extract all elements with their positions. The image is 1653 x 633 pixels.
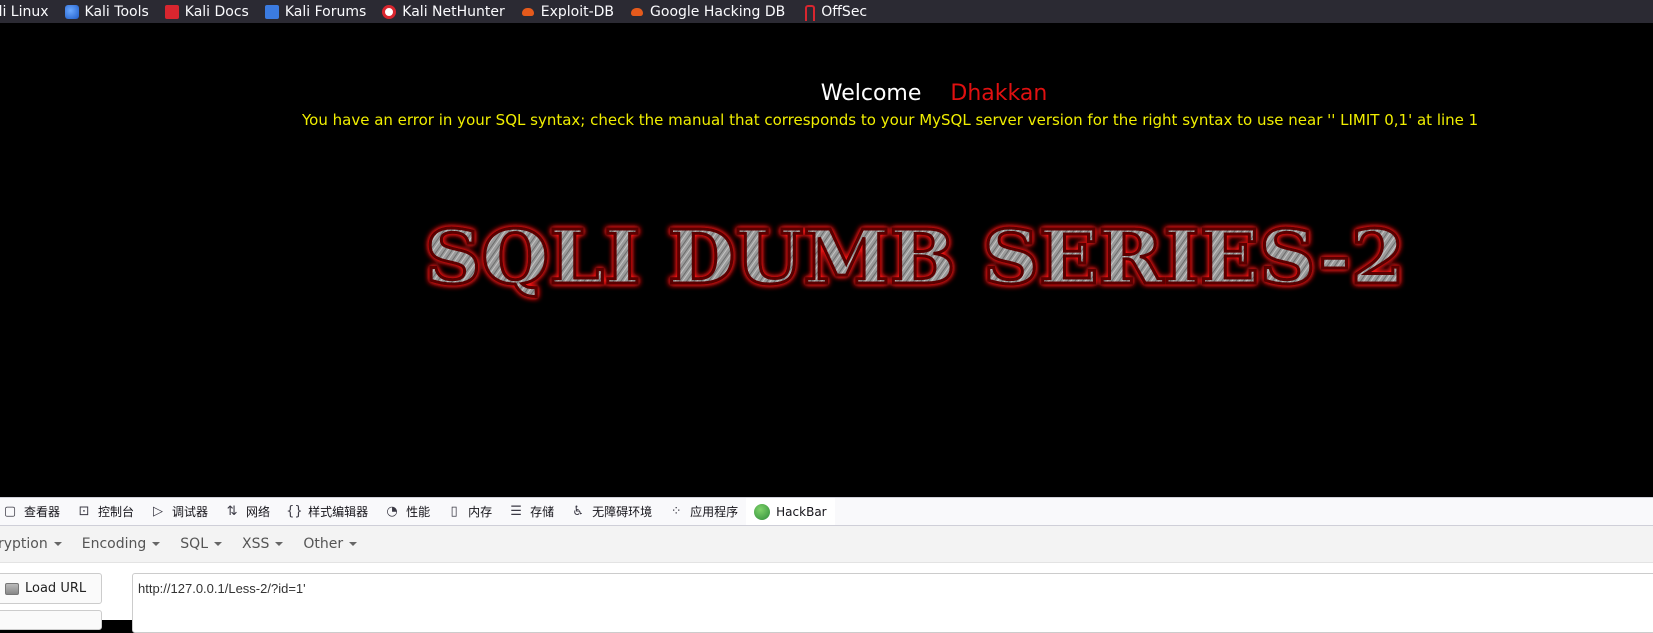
bookmark-kali-forums[interactable]: Kali Forums [259, 0, 372, 23]
bookmark-kali-nethunter[interactable]: Kali NetHunter [376, 0, 510, 23]
style-editor-icon: {} [286, 503, 303, 519]
menu-encryption[interactable]: ryption [0, 536, 72, 552]
tab-label: 样式编辑器 [308, 505, 369, 519]
tab-accessibility[interactable]: ♿ 无障碍环境 [562, 498, 660, 525]
hackbar-panel: ryption Encoding SQL XSS Other Load URL … [0, 526, 1653, 633]
tab-label: 查看器 [24, 505, 61, 519]
bookmark-label: OffSec [821, 3, 868, 20]
bookmark-label: Kali Tools [84, 3, 149, 20]
menu-sql[interactable]: SQL [170, 536, 232, 552]
tab-application[interactable]: ⁘ 应用程序 [660, 498, 746, 525]
network-icon: ⇅ [226, 503, 238, 519]
tab-label: 应用程序 [690, 505, 739, 519]
load-url-label: Load URL [25, 581, 87, 596]
tab-label: 网络 [246, 505, 271, 519]
tab-inspector[interactable]: ▢ 查看器 [0, 498, 68, 525]
exploit-db-icon [521, 5, 535, 19]
bookmark-label: Google Hacking DB [650, 3, 786, 20]
bookmark-label: Kali Docs [184, 3, 249, 20]
offsec-icon [801, 4, 816, 21]
web-page: Welcome Dhakkan You have an error in you… [0, 23, 1653, 497]
chevron-down-icon [275, 542, 284, 546]
bookmark-label: ali Linux [0, 3, 49, 20]
tab-label: 性能 [406, 505, 431, 519]
debugger-icon: ▷ [153, 503, 164, 519]
bookmark-label: Kali Forums [284, 3, 367, 20]
application-icon: ⁘ [670, 503, 682, 519]
chevron-down-icon [152, 542, 161, 546]
tab-performance[interactable]: ◔ 性能 [376, 498, 438, 525]
menu-xss[interactable]: XSS [232, 536, 293, 552]
bookmark-kali-tools[interactable]: Kali Tools [59, 0, 155, 23]
inspector-icon: ▢ [3, 503, 17, 519]
sqli-dumb-series-banner: SQLI DUMB SERIES-2 [424, 214, 1407, 303]
menu-label: ryption [0, 536, 48, 552]
menu-other[interactable]: Other [293, 536, 367, 552]
accessibility-icon: ♿ [572, 503, 584, 519]
menu-label: XSS [242, 536, 270, 552]
banner-text: SQLI DUMB SERIES-2 [425, 215, 1405, 301]
tab-storage[interactable]: ☰ 存储 [500, 498, 562, 525]
storage-icon: ☰ [510, 503, 522, 519]
bookmark-kali-docs[interactable]: Kali Docs [159, 0, 255, 23]
menu-label: Encoding [81, 536, 147, 552]
load-url-button[interactable]: Load URL [0, 573, 102, 604]
split-url-button[interactable] [0, 610, 102, 630]
tab-label: 控制台 [98, 505, 135, 519]
sql-error-message: You have an error in your SQL syntax; ch… [302, 111, 1479, 129]
url-input[interactable]: http://127.0.0.1/Less-2/?id=1' [132, 573, 1653, 633]
menu-encoding[interactable]: Encoding [72, 536, 171, 552]
chevron-down-icon [349, 542, 358, 546]
bookmark-google-hacking-db[interactable]: Google Hacking DB [624, 0, 791, 23]
tab-style-editor[interactable]: {} 样式编辑器 [278, 498, 376, 525]
kali-nethunter-icon [382, 4, 397, 19]
menu-label: Other [303, 536, 344, 552]
tab-label: 内存 [468, 505, 493, 519]
tab-label: 调试器 [172, 505, 209, 519]
welcome-line: Welcome Dhakkan [0, 81, 1653, 106]
kali-forums-icon [264, 4, 279, 19]
tab-debugger[interactable]: ▷ 调试器 [142, 498, 216, 525]
bookmark-exploit-db[interactable]: Exploit-DB [515, 0, 620, 23]
bookmarks-toolbar: ali Linux Kali Tools Kali Docs Kali Foru… [0, 0, 1653, 23]
performance-icon: ◔ [386, 503, 398, 519]
hackbar-icon [754, 503, 771, 520]
tab-network[interactable]: ⇅ 网络 [216, 498, 278, 525]
tab-console[interactable]: ⊡ 控制台 [68, 498, 142, 525]
kali-docs-icon [164, 4, 179, 19]
devtools-toolbar: ▢ 查看器 ⊡ 控制台 ▷ 调试器 ⇅ 网络 {} 样式编辑器 ◔ 性能 ▯ 内… [0, 497, 1653, 526]
chevron-down-icon [53, 542, 62, 546]
tab-label: 存储 [530, 505, 555, 519]
bookmark-kali-linux[interactable]: ali Linux [0, 0, 55, 23]
tab-label: 无障碍环境 [592, 505, 653, 519]
bookmark-label: Exploit-DB [540, 3, 615, 20]
chevron-down-icon [214, 542, 222, 546]
hackbar-menu: ryption Encoding SQL XSS Other [0, 526, 1653, 563]
tab-memory[interactable]: ▯ 内存 [438, 498, 500, 525]
menu-label: SQL [180, 536, 208, 552]
load-url-icon [5, 582, 19, 595]
tab-label: HackBar [776, 504, 827, 519]
kali-tools-icon [64, 4, 79, 19]
bookmark-label: Kali NetHunter [402, 3, 505, 20]
tab-hackbar[interactable]: HackBar [746, 498, 835, 525]
memory-icon: ▯ [450, 503, 458, 519]
bookmark-offsec[interactable]: OffSec [795, 0, 873, 23]
google-hacking-db-icon [630, 5, 644, 19]
console-icon: ⊡ [78, 503, 90, 519]
welcome-name: Dhakkan [950, 81, 1048, 106]
welcome-label: Welcome [820, 81, 922, 106]
